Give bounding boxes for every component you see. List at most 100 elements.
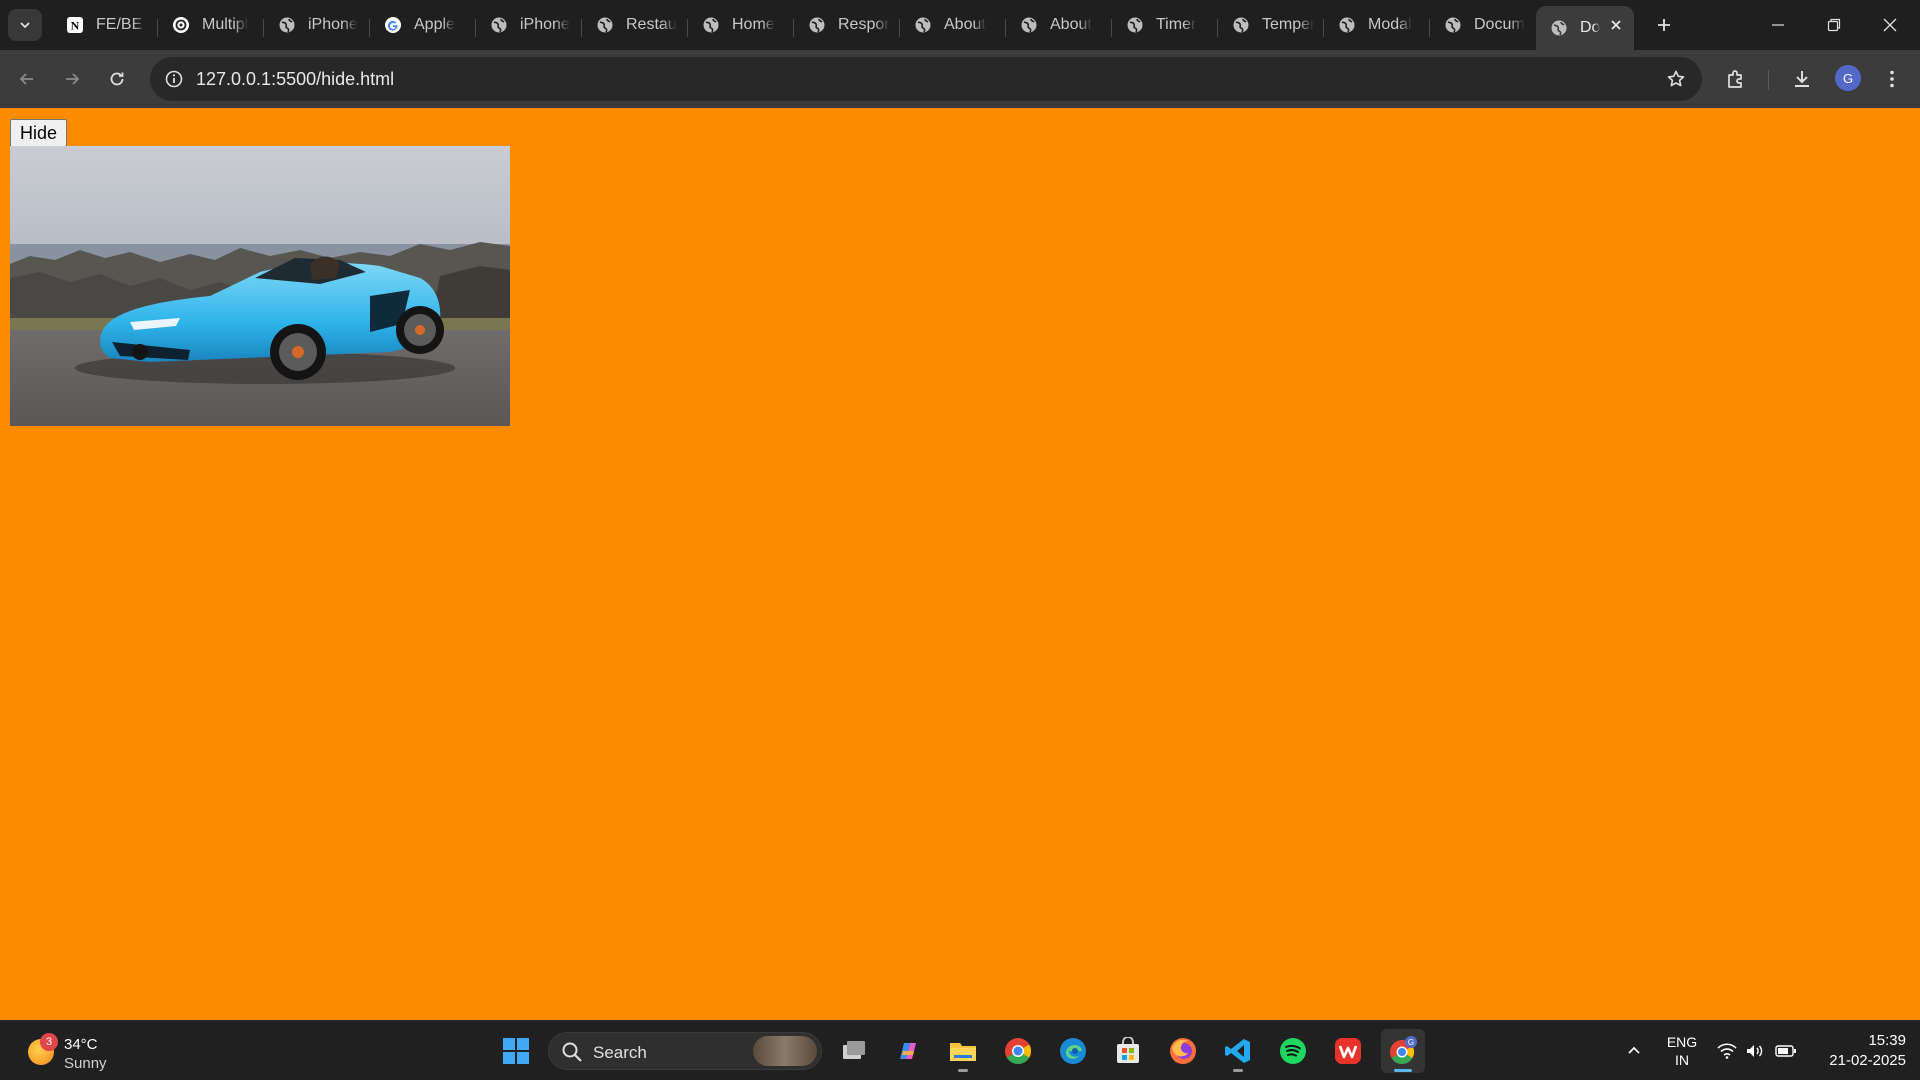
tab-title: Multipl <box>202 16 249 33</box>
tab[interactable]: Home <box>688 6 794 44</box>
globe-icon <box>1232 16 1250 34</box>
tab[interactable]: Respon <box>794 6 900 44</box>
region-code: IN <box>1675 1052 1689 1068</box>
tab-title: Docum <box>1474 16 1525 33</box>
language-code: ENG <box>1666 1034 1698 1050</box>
tab[interactable]: Modal <box>1324 6 1430 44</box>
reload-button[interactable] <box>99 61 135 97</box>
tab[interactable]: About <box>1006 6 1112 44</box>
spotify-button[interactable] <box>1271 1029 1315 1073</box>
file-explorer-icon <box>950 1043 976 1061</box>
address-bar[interactable]: 127.0.0.1:5500/hide.html <box>150 57 1702 101</box>
google-icon <box>384 16 402 34</box>
openai-icon <box>172 16 190 34</box>
globe-icon <box>1126 16 1144 34</box>
chrome-icon <box>1005 1038 1032 1065</box>
tab[interactable]: About <box>900 6 1006 44</box>
globe-icon <box>1550 19 1568 37</box>
weather-temperature: 34°C <box>64 1036 98 1053</box>
tab[interactable]: Timer <box>1112 6 1218 44</box>
close-icon <box>1883 18 1897 32</box>
minimize-icon <box>1772 24 1784 26</box>
globe-icon <box>596 16 614 34</box>
windows-start-icon <box>503 1038 529 1064</box>
wps-office-button[interactable] <box>1326 1029 1370 1073</box>
toolbar-divider <box>1768 70 1769 90</box>
url-text: 127.0.0.1:5500/hide.html <box>196 69 395 89</box>
tab[interactable]: Multipl <box>158 6 264 44</box>
site-info-icon[interactable] <box>162 67 186 91</box>
tab-title: Temper <box>1262 16 1314 33</box>
tab-title: Modal <box>1368 16 1412 33</box>
reload-icon <box>110 72 124 86</box>
edge-icon <box>1060 1038 1086 1064</box>
chrome-button[interactable] <box>996 1029 1040 1073</box>
forward-button[interactable] <box>54 61 90 97</box>
firefox-button[interactable] <box>1161 1029 1205 1073</box>
notification-badge: 3 <box>40 1033 58 1051</box>
tab-title: Restau <box>626 16 677 33</box>
plus-icon <box>1658 19 1670 31</box>
start-button[interactable] <box>494 1029 538 1073</box>
wifi-status[interactable] <box>1714 1021 1740 1080</box>
file-explorer-button[interactable] <box>941 1029 985 1073</box>
battery-icon <box>1775 1045 1796 1057</box>
tab-title: Home <box>732 16 775 33</box>
running-indicator <box>958 1069 968 1072</box>
running-indicator <box>1394 1069 1412 1072</box>
show-hidden-icons-button[interactable] <box>1620 1021 1648 1080</box>
clock-time: 15:39 <box>1868 1032 1906 1049</box>
wps-office-icon <box>1335 1038 1361 1064</box>
taskbar-search[interactable]: Search <box>548 1032 822 1070</box>
globe-icon <box>490 16 508 34</box>
tab[interactable]: iPhone <box>264 6 370 44</box>
tab[interactable]: Temper <box>1218 6 1324 44</box>
tab[interactable]: Docum <box>1430 6 1536 44</box>
speaker-icon <box>1747 1045 1763 1057</box>
tab-title: Respon <box>838 16 890 33</box>
restore-button[interactable] <box>1806 0 1862 50</box>
tab[interactable]: iPhone <box>476 6 582 44</box>
globe-icon <box>1338 16 1356 34</box>
tab[interactable]: Restau <box>582 6 688 44</box>
volume-status[interactable] <box>1742 1021 1768 1080</box>
task-view-icon <box>843 1041 865 1059</box>
car-image <box>10 146 510 426</box>
more-vertical-icon <box>1890 70 1894 88</box>
microsoft-store-button[interactable] <box>1106 1029 1150 1073</box>
close-tab-icon[interactable] <box>1608 17 1624 33</box>
minimize-button[interactable] <box>1750 0 1806 50</box>
close-window-button[interactable] <box>1862 0 1918 50</box>
tab-search-button[interactable] <box>8 9 42 41</box>
weather-widget[interactable]: 3 34°C Sunny <box>24 1029 134 1073</box>
extensions-button[interactable] <box>1720 63 1752 95</box>
svg-text:N: N <box>71 19 80 33</box>
hide-button[interactable]: Hide <box>10 119 68 147</box>
edge-button[interactable] <box>1051 1029 1095 1073</box>
chrome-profile-icon: G <box>1390 1036 1417 1065</box>
globe-icon <box>702 16 720 34</box>
bookmark-star-icon[interactable] <box>1664 67 1688 91</box>
task-view-button[interactable] <box>832 1029 876 1073</box>
tab-title: iPhone <box>308 16 358 33</box>
downloads-button[interactable] <box>1786 63 1818 95</box>
battery-status[interactable] <box>1772 1021 1800 1080</box>
search-icon <box>562 1042 582 1062</box>
globe-icon <box>808 16 826 34</box>
copilot-button[interactable] <box>886 1029 930 1073</box>
chrome-profile-button[interactable]: G <box>1381 1029 1425 1073</box>
system-clock[interactable]: 15:39 21-02-2025 <box>1810 1031 1906 1071</box>
browser-menu-button[interactable] <box>1876 63 1908 95</box>
tab[interactable]: N FE/BE D <box>52 6 158 44</box>
new-tab-button[interactable] <box>1648 9 1680 41</box>
tab-title: About <box>944 16 986 33</box>
tab[interactable]: Apple <box>370 6 476 44</box>
language-indicator[interactable]: ENG IN <box>1664 1033 1700 1069</box>
tab-active[interactable]: Do <box>1536 6 1634 50</box>
weather-condition: Sunny <box>64 1055 107 1072</box>
vscode-button[interactable] <box>1216 1029 1260 1073</box>
back-button[interactable] <box>9 61 45 97</box>
profile-avatar[interactable]: G <box>1835 65 1861 91</box>
svg-text:G: G <box>1408 1038 1414 1047</box>
search-highlight-image <box>753 1036 817 1066</box>
